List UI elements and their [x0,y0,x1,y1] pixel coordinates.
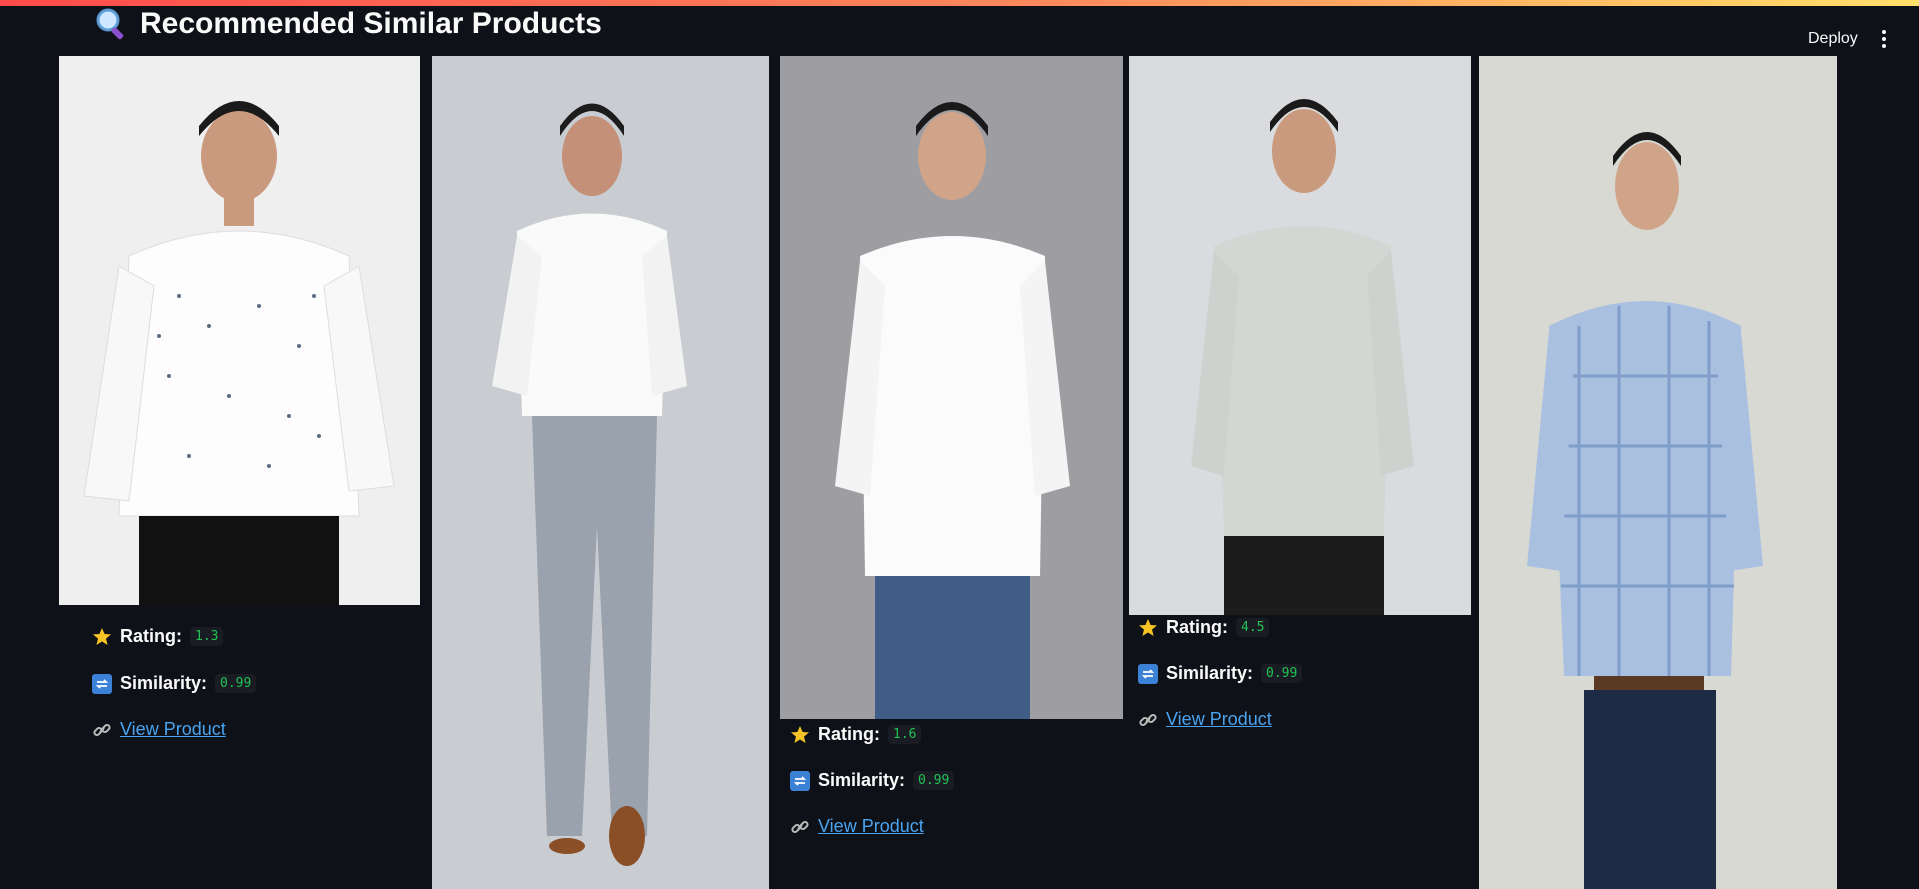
similarity-label: Similarity: [120,673,208,693]
deploy-button[interactable]: Deploy [1798,24,1868,54]
repeat-icon [92,673,112,694]
rating-value: 1.3 [190,627,224,646]
product-image[interactable] [780,56,1123,719]
link-icon [92,720,112,740]
page-title-text: Recommended Similar Products [140,7,602,40]
rating-label: Rating: [818,724,880,744]
star-icon [790,725,810,745]
link-icon [1138,710,1158,730]
similarity-value: 0.99 [215,674,257,693]
similarity-label: Similarity: [1166,663,1254,683]
similarity-label: Similarity: [818,770,906,790]
product-image[interactable] [1479,56,1837,889]
link-icon [790,817,810,837]
kebab-menu-icon[interactable] [1872,26,1896,52]
view-product-link[interactable]: View Product [1166,709,1272,730]
rating-label: Rating: [1166,617,1228,637]
product-image[interactable] [1129,56,1471,615]
repeat-icon [1138,663,1158,684]
repeat-icon [790,770,810,791]
star-icon [92,627,112,647]
rating-value: 4.5 [1236,618,1270,637]
star-icon [1138,618,1158,638]
rating-value: 1.6 [888,725,922,744]
view-product-link[interactable]: View Product [818,816,924,837]
product-image[interactable] [432,56,769,889]
similarity-value: 0.99 [913,771,955,790]
view-product-link[interactable]: View Product [120,719,226,740]
similarity-value: 0.99 [1261,664,1303,683]
rating-label: Rating: [120,626,182,646]
magnifying-glass-icon [94,7,128,41]
product-image[interactable] [59,56,420,605]
page-title: Recommended Similar Products [94,4,602,44]
